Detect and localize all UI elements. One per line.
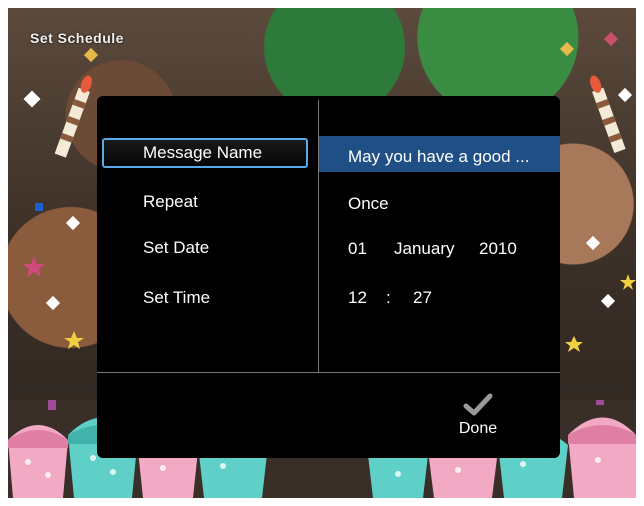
set-date-label[interactable]: Set Date bbox=[143, 238, 209, 258]
message-name-label[interactable]: Message Name bbox=[143, 143, 262, 163]
done-button[interactable]: Done bbox=[453, 392, 503, 442]
date-day-value[interactable]: 01 bbox=[348, 239, 367, 259]
date-month-value[interactable]: January bbox=[394, 239, 454, 259]
screen-title: Set Schedule bbox=[30, 30, 124, 46]
footer-divider bbox=[97, 372, 560, 373]
checkmark-icon bbox=[463, 393, 493, 416]
set-time-label[interactable]: Set Time bbox=[143, 288, 210, 308]
repeat-value[interactable]: Once bbox=[348, 194, 389, 214]
schedule-dialog: Message Name May you have a good ... Rep… bbox=[97, 96, 560, 458]
done-label: Done bbox=[458, 420, 498, 437]
time-separator: : bbox=[386, 288, 391, 307]
message-name-value[interactable]: May you have a good ... bbox=[348, 147, 529, 167]
date-year-value[interactable]: 2010 bbox=[479, 239, 517, 259]
time-hour-value[interactable]: 12 bbox=[348, 288, 367, 308]
time-minute-value[interactable]: 27 bbox=[413, 288, 432, 308]
repeat-label[interactable]: Repeat bbox=[143, 192, 198, 212]
